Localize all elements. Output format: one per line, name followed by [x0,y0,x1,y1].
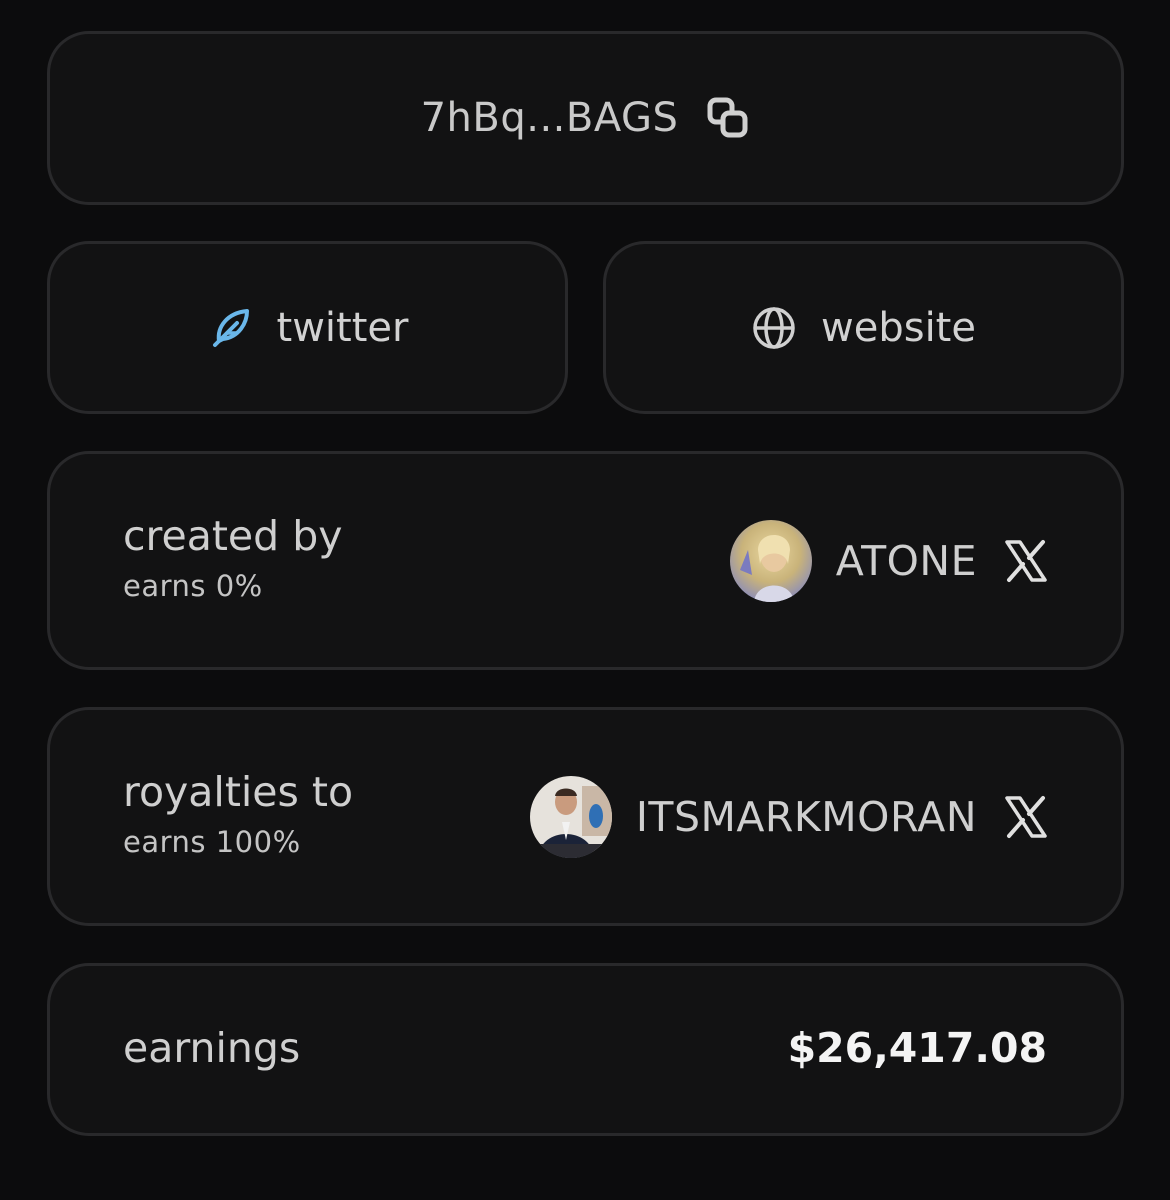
x-icon[interactable] [1003,794,1049,840]
twitter-link-button[interactable]: twitter [47,241,568,414]
creator-info: created by earns 0% [123,512,343,603]
twitter-label: twitter [276,304,409,351]
avatar[interactable] [729,520,812,602]
creator-name[interactable]: ATONE [836,537,977,585]
royalties-card: royalties to earns 100% ITSMARKMORAN [47,707,1124,926]
website-label: website [821,304,976,351]
earnings-label: earnings [123,1024,301,1072]
x-icon[interactable] [1003,538,1049,584]
royalties-earns: earns 100% [123,825,301,860]
royalties-profile[interactable]: ITSMARKMORAN [529,776,1049,858]
royalties-name[interactable]: ITSMARKMORAN [636,793,977,841]
royalties-info: royalties to earns 100% [123,768,353,859]
earnings-value: $26,417.08 [787,1024,1047,1072]
royalties-title: royalties to [123,768,354,816]
creator-title: created by [123,512,343,560]
avatar[interactable] [529,776,612,858]
token-address: 7hBq...BAGS [420,95,679,141]
copy-icon[interactable] [706,96,750,140]
creator-profile[interactable]: ATONE [729,520,1049,602]
website-link-button[interactable]: website [603,241,1124,414]
earnings-card: earnings $26,417.08 [47,963,1124,1136]
address-copy-button[interactable]: 7hBq...BAGS [47,31,1124,205]
globe-icon [751,305,797,351]
creator-card: created by earns 0% ATONE [47,451,1124,670]
feather-icon [207,305,253,351]
creator-earns: earns 0% [123,569,263,604]
